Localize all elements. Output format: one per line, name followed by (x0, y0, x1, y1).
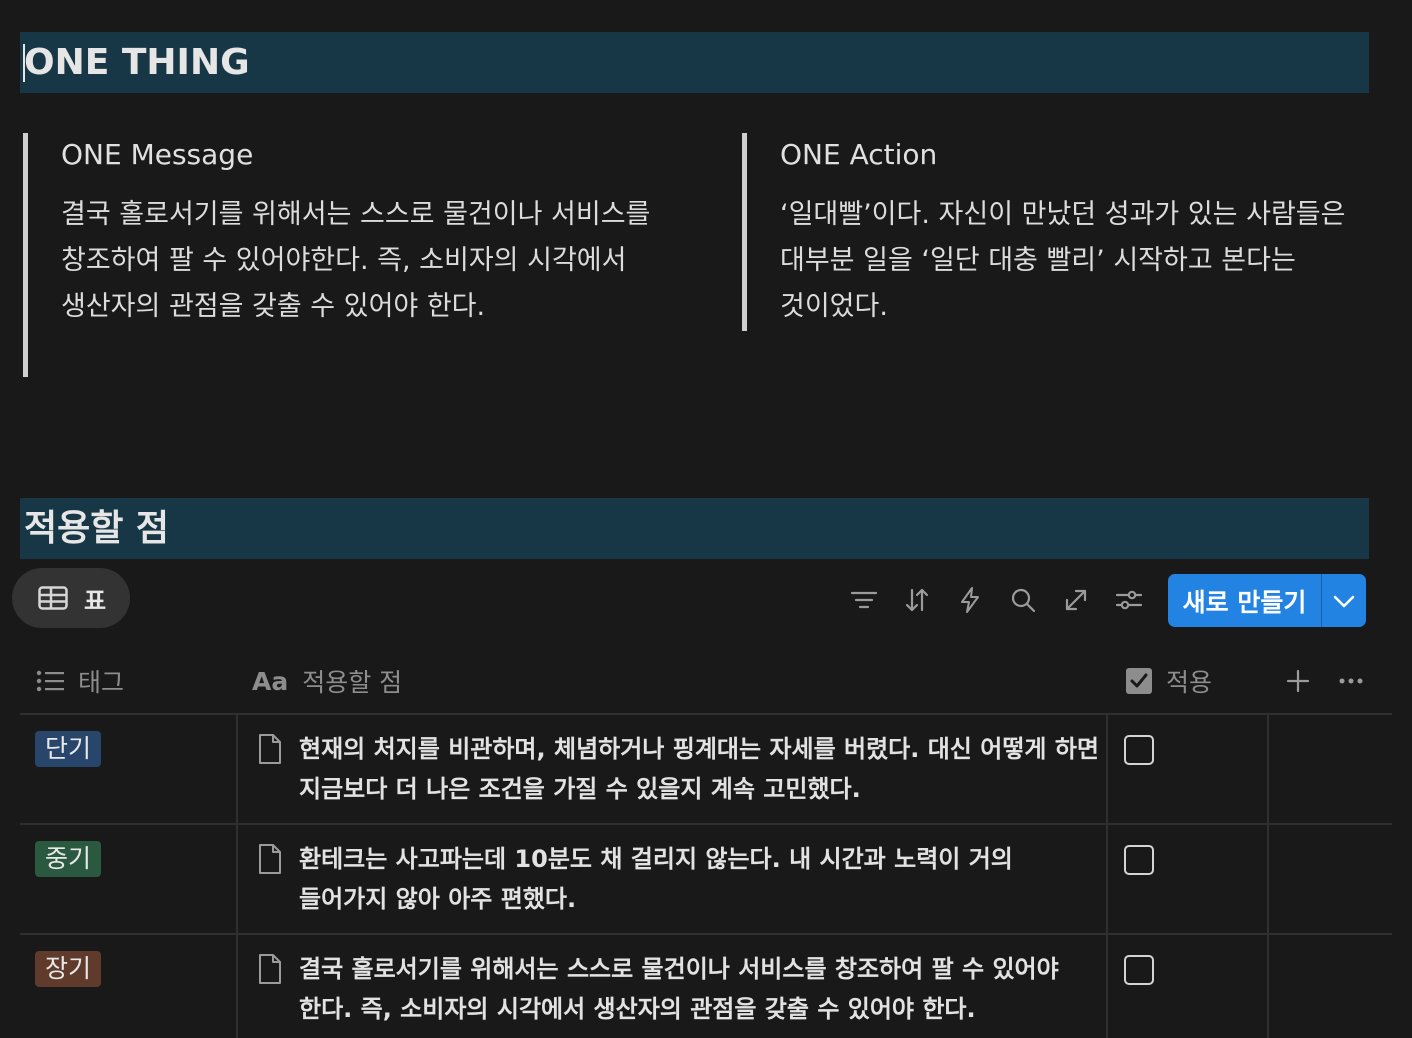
table-row[interactable]: 단기 현재의 처지를 비관하며, 체념하거나 핑계대는 자세를 버렸다. 대신 … (20, 715, 1392, 823)
new-button-group: 새로 만들기 (1168, 574, 1366, 627)
one-thing-heading[interactable]: ONE THING (20, 32, 1369, 93)
row-title[interactable]: 환테크는 사고파는데 10분도 채 걸리지 않는다. 내 시간과 노력이 거의 … (299, 839, 1099, 919)
text-caret (23, 44, 25, 82)
sort-icon[interactable] (902, 585, 932, 615)
table-row[interactable]: 장기 결국 홀로서기를 위해서는 스스로 물건이나 서비스를 창조하여 팔 수 … (20, 935, 1392, 1038)
search-icon[interactable] (1008, 585, 1038, 615)
chevron-down-icon (1333, 595, 1355, 607)
add-property-icon[interactable] (1283, 666, 1313, 696)
apply-heading-text: 적용할 점 (24, 508, 170, 549)
page-icon (259, 734, 281, 764)
checkbox-checked-icon (1126, 668, 1152, 694)
tag-badge[interactable]: 중기 (35, 841, 102, 877)
table-icon (38, 586, 68, 610)
view-tab-table[interactable]: 표 (12, 568, 130, 628)
column-header-tag[interactable]: 태그 (36, 658, 124, 704)
one-action-title: ONE Action (780, 138, 938, 171)
notion-page: ONE THING ONE Message 결국 홀로서기를 위해서는 스스로 … (0, 0, 1412, 1038)
column-header-point[interactable]: Aa 적용할 점 (252, 658, 402, 704)
list-icon (36, 670, 64, 692)
one-thing-heading-text: ONE THING (24, 42, 250, 83)
tag-badge[interactable]: 장기 (35, 951, 102, 987)
page-icon (259, 954, 281, 984)
applied-checkbox[interactable] (1124, 845, 1154, 875)
expand-icon[interactable] (1061, 585, 1091, 615)
one-message-title: ONE Message (61, 138, 254, 171)
column-header-tag-label: 태그 (78, 668, 125, 697)
settings-icon[interactable] (1114, 585, 1144, 615)
column-header-applied[interactable]: 적용 (1126, 658, 1212, 704)
lightning-icon[interactable] (955, 585, 985, 615)
table-row[interactable]: 중기 환테크는 사고파는데 10분도 채 걸리지 않는다. 내 시간과 노력이 … (20, 825, 1392, 933)
row-title[interactable]: 현재의 처지를 비관하며, 체념하거나 핑계대는 자세를 버렸다. 대신 어떻게… (299, 729, 1099, 809)
view-tab-label: 표 (84, 586, 107, 615)
new-button-dropdown[interactable] (1322, 574, 1366, 627)
one-action-quote[interactable]: ONE Action ‘일대빨’이다. 자신이 만났던 성과가 있는 사람들은 … (742, 133, 1352, 331)
text-aa-icon: Aa (252, 666, 289, 696)
more-options-icon[interactable] (1336, 666, 1366, 696)
filter-icon[interactable] (849, 585, 879, 615)
tag-badge[interactable]: 단기 (35, 731, 102, 767)
column-header-applied-label: 적용 (1166, 668, 1213, 697)
applied-checkbox[interactable] (1124, 955, 1154, 985)
one-message-body: 결국 홀로서기를 위해서는 스스로 물건이나 서비스를 창조하여 팔 수 있어야… (61, 199, 651, 322)
one-action-body: ‘일대빨’이다. 자신이 만났던 성과가 있는 사람들은 대부분 일을 ‘일단 … (780, 199, 1346, 322)
apply-heading[interactable]: 적용할 점 (20, 498, 1369, 559)
page-icon (259, 844, 281, 874)
one-message-quote[interactable]: ONE Message 결국 홀로서기를 위해서는 스스로 물건이나 서비스를 … (23, 133, 663, 377)
applied-checkbox[interactable] (1124, 735, 1154, 765)
new-button[interactable]: 새로 만들기 (1168, 574, 1321, 627)
column-header-point-label: 적용할 점 (302, 668, 403, 697)
row-title[interactable]: 결국 홀로서기를 위해서는 스스로 물건이나 서비스를 창조하여 팔 수 있어야… (299, 949, 1099, 1029)
